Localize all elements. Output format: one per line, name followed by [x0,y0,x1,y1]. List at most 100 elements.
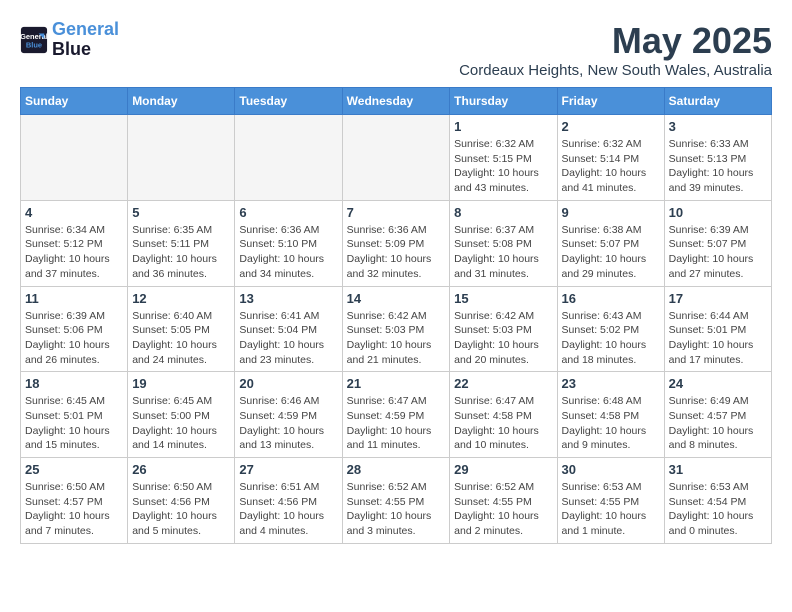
day-info: Sunrise: 6:42 AMSunset: 5:03 PMDaylight:… [454,309,552,368]
logo-icon: General Blue [20,26,48,54]
calendar-cell: 20 Sunrise: 6:46 AMSunset: 4:59 PMDayligh… [235,372,342,458]
day-info: Sunrise: 6:53 AMSunset: 4:55 PMDaylight:… [562,480,660,539]
calendar-table: SundayMondayTuesdayWednesdayThursdayFrid… [20,87,772,544]
calendar-cell: 12 Sunrise: 6:40 AMSunset: 5:05 PMDayligh… [128,286,235,372]
month-title: May 2025 [459,20,772,62]
day-info: Sunrise: 6:40 AMSunset: 5:05 PMDaylight:… [132,309,230,368]
day-number: 22 [454,376,552,391]
calendar-cell: 2 Sunrise: 6:32 AMSunset: 5:14 PMDaylight… [557,115,664,201]
day-info: Sunrise: 6:47 AMSunset: 4:58 PMDaylight:… [454,394,552,453]
day-number: 13 [239,291,337,306]
day-info: Sunrise: 6:44 AMSunset: 5:01 PMDaylight:… [669,309,767,368]
week-row-3: 11 Sunrise: 6:39 AMSunset: 5:06 PMDayligh… [21,286,772,372]
calendar-cell: 14 Sunrise: 6:42 AMSunset: 5:03 PMDayligh… [342,286,450,372]
week-row-4: 18 Sunrise: 6:45 AMSunset: 5:01 PMDayligh… [21,372,772,458]
day-header-wednesday: Wednesday [342,88,450,115]
day-info: Sunrise: 6:53 AMSunset: 4:54 PMDaylight:… [669,480,767,539]
title-section: May 2025 Cordeaux Heights, New South Wal… [459,20,772,79]
day-info: Sunrise: 6:45 AMSunset: 5:01 PMDaylight:… [25,394,123,453]
day-info: Sunrise: 6:36 AMSunset: 5:09 PMDaylight:… [347,223,446,282]
day-number: 2 [562,119,660,134]
calendar-header-row: SundayMondayTuesdayWednesdayThursdayFrid… [21,88,772,115]
week-row-1: 1 Sunrise: 6:32 AMSunset: 5:15 PMDaylight… [21,115,772,201]
day-number: 3 [669,119,767,134]
calendar-cell: 19Sunrise: 6:45 AMSunset: 5:00 PMDayligh… [128,372,235,458]
day-number: 27 [239,462,337,477]
day-number: 25 [25,462,123,477]
day-header-sunday: Sunday [21,88,128,115]
calendar-cell: 3 Sunrise: 6:33 AMSunset: 5:13 PMDaylight… [664,115,771,201]
calendar-cell: 5Sunrise: 6:35 AMSunset: 5:11 PMDaylight… [128,200,235,286]
calendar-cell [128,115,235,201]
day-info: Sunrise: 6:34 AMSunset: 5:12 PMDaylight:… [25,223,123,282]
week-row-2: 4 Sunrise: 6:34 AMSunset: 5:12 PMDaylight… [21,200,772,286]
day-header-friday: Friday [557,88,664,115]
day-info: Sunrise: 6:39 AMSunset: 5:06 PMDaylight:… [25,309,123,368]
day-info: Sunrise: 6:52 AMSunset: 4:55 PMDaylight:… [347,480,446,539]
day-number: 1 [454,119,552,134]
day-number: 26 [132,462,230,477]
day-number: 28 [347,462,446,477]
calendar-cell: 23 Sunrise: 6:48 AMSunset: 4:58 PMDayligh… [557,372,664,458]
calendar-cell: 7 Sunrise: 6:36 AMSunset: 5:09 PMDaylight… [342,200,450,286]
logo: General Blue GeneralBlue [20,20,119,60]
calendar-cell: 21 Sunrise: 6:47 AMSunset: 4:59 PMDayligh… [342,372,450,458]
calendar-cell [342,115,450,201]
calendar-cell: 6Sunrise: 6:36 AMSunset: 5:10 PMDaylight… [235,200,342,286]
calendar-cell [21,115,128,201]
logo-text: GeneralBlue [52,20,119,60]
day-number: 23 [562,376,660,391]
day-info: Sunrise: 6:47 AMSunset: 4:59 PMDaylight:… [347,394,446,453]
day-info: Sunrise: 6:46 AMSunset: 4:59 PMDaylight:… [239,394,337,453]
calendar-cell: 24Sunrise: 6:49 AMSunset: 4:57 PMDayligh… [664,372,771,458]
calendar-cell: 29 Sunrise: 6:52 AMSunset: 4:55 PMDayligh… [450,458,557,544]
day-number: 7 [347,205,446,220]
day-header-monday: Monday [128,88,235,115]
day-number: 5 [132,205,230,220]
day-info: Sunrise: 6:41 AMSunset: 5:04 PMDaylight:… [239,309,337,368]
day-number: 11 [25,291,123,306]
day-number: 12 [132,291,230,306]
day-info: Sunrise: 6:32 AMSunset: 5:15 PMDaylight:… [454,137,552,196]
calendar-cell: 22 Sunrise: 6:47 AMSunset: 4:58 PMDayligh… [450,372,557,458]
day-info: Sunrise: 6:52 AMSunset: 4:55 PMDaylight:… [454,480,552,539]
day-info: Sunrise: 6:39 AMSunset: 5:07 PMDaylight:… [669,223,767,282]
day-number: 30 [562,462,660,477]
day-info: Sunrise: 6:42 AMSunset: 5:03 PMDaylight:… [347,309,446,368]
calendar-cell: 27 Sunrise: 6:51 AMSunset: 4:56 PMDayligh… [235,458,342,544]
day-number: 14 [347,291,446,306]
calendar-cell: 8 Sunrise: 6:37 AMSunset: 5:08 PMDaylight… [450,200,557,286]
week-row-5: 25 Sunrise: 6:50 AMSunset: 4:57 PMDayligh… [21,458,772,544]
day-header-thursday: Thursday [450,88,557,115]
day-info: Sunrise: 6:36 AMSunset: 5:10 PMDaylight:… [239,223,337,282]
day-number: 10 [669,205,767,220]
calendar-cell: 4 Sunrise: 6:34 AMSunset: 5:12 PMDaylight… [21,200,128,286]
day-info: Sunrise: 6:48 AMSunset: 4:58 PMDaylight:… [562,394,660,453]
day-number: 21 [347,376,446,391]
calendar-cell: 18 Sunrise: 6:45 AMSunset: 5:01 PMDayligh… [21,372,128,458]
day-number: 18 [25,376,123,391]
day-info: Sunrise: 6:37 AMSunset: 5:08 PMDaylight:… [454,223,552,282]
calendar-cell: 1 Sunrise: 6:32 AMSunset: 5:15 PMDaylight… [450,115,557,201]
calendar-cell: 30 Sunrise: 6:53 AMSunset: 4:55 PMDayligh… [557,458,664,544]
day-info: Sunrise: 6:33 AMSunset: 5:13 PMDaylight:… [669,137,767,196]
calendar-cell: 25 Sunrise: 6:50 AMSunset: 4:57 PMDayligh… [21,458,128,544]
day-info: Sunrise: 6:51 AMSunset: 4:56 PMDaylight:… [239,480,337,539]
day-info: Sunrise: 6:38 AMSunset: 5:07 PMDaylight:… [562,223,660,282]
day-info: Sunrise: 6:50 AMSunset: 4:57 PMDaylight:… [25,480,123,539]
day-number: 4 [25,205,123,220]
day-number: 29 [454,462,552,477]
calendar-cell: 11 Sunrise: 6:39 AMSunset: 5:06 PMDayligh… [21,286,128,372]
day-info: Sunrise: 6:50 AMSunset: 4:56 PMDaylight:… [132,480,230,539]
day-info: Sunrise: 6:49 AMSunset: 4:57 PMDaylight:… [669,394,767,453]
day-number: 8 [454,205,552,220]
day-info: Sunrise: 6:32 AMSunset: 5:14 PMDaylight:… [562,137,660,196]
day-number: 19 [132,376,230,391]
calendar-cell: 9Sunrise: 6:38 AMSunset: 5:07 PMDaylight… [557,200,664,286]
location-subtitle: Cordeaux Heights, New South Wales, Austr… [459,62,772,79]
day-number: 20 [239,376,337,391]
calendar-cell: 10 Sunrise: 6:39 AMSunset: 5:07 PMDayligh… [664,200,771,286]
day-info: Sunrise: 6:43 AMSunset: 5:02 PMDaylight:… [562,309,660,368]
calendar-cell: 26 Sunrise: 6:50 AMSunset: 4:56 PMDayligh… [128,458,235,544]
day-number: 17 [669,291,767,306]
